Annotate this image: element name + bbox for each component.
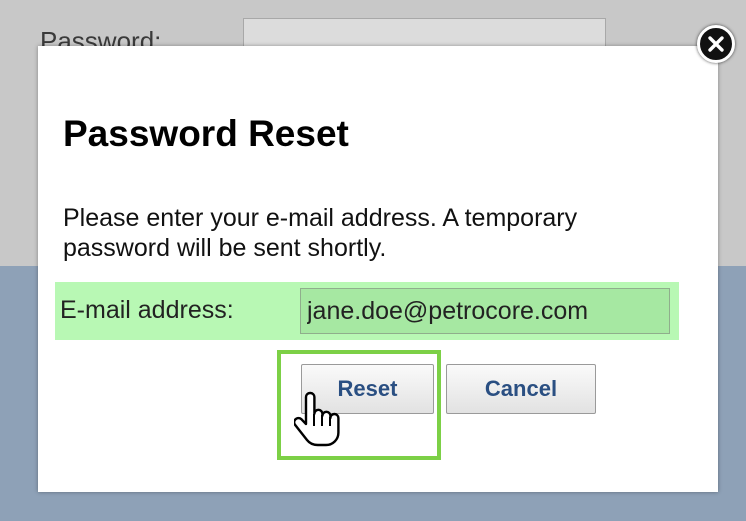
email-row: E-mail address: xyxy=(55,282,679,340)
dialog-description: Please enter your e-mail address. A temp… xyxy=(63,204,578,262)
dialog-title: Password Reset xyxy=(63,113,349,154)
email-label: E-mail address: xyxy=(60,296,234,324)
close-icon[interactable] xyxy=(697,25,735,63)
password-reset-dialog: Password Reset Please enter your e-mail … xyxy=(38,46,718,492)
hand-pointer-cursor-icon xyxy=(294,391,340,447)
cancel-button[interactable]: Cancel xyxy=(446,364,596,414)
email-input[interactable] xyxy=(300,288,670,334)
